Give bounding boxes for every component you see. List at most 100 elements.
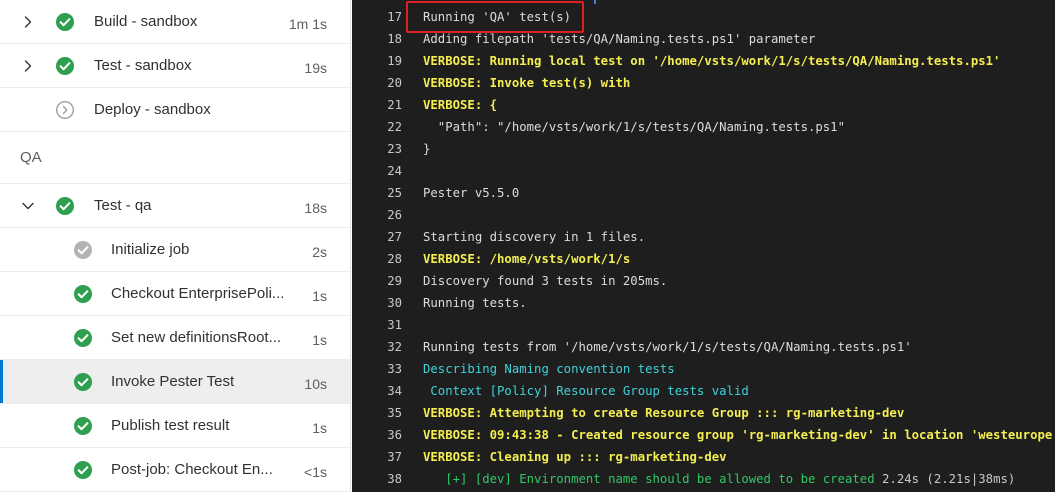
line-number: 34 [387,384,402,398]
success-check-icon [55,12,75,32]
log-line: 17 Running 'QA' test(s) [352,6,1055,28]
duration-label: 1s [312,420,327,436]
job-step-row[interactable]: Checkout EnterprisePoli... 1s [0,272,350,316]
job-step-row[interactable]: Invoke Pester Test 10s [0,360,350,404]
log-console[interactable]: 17 Running 'QA' test(s) 18 Adding filepath … [352,0,1055,492]
scroll-marker [594,0,596,4]
step-name: Invoke Pester Test [111,373,235,390]
log-line: 24 [352,160,1055,182]
log-text: Starting discovery in 1 files. [423,230,646,244]
log-line: 38 [+] [dev] Environment name should be … [352,468,1055,490]
line-number: 26 [387,208,402,222]
log-line: 19 VERBOSE: Running local test on '/home/… [352,50,1055,72]
line-number: 32 [387,340,402,354]
log-text: Running tests. [423,296,527,310]
line-number: 28 [387,252,402,266]
log-line: 20 VERBOSE: Invoke test(s) with [352,72,1055,94]
log-line: 36 VERBOSE: 09:43:38 - Created resource g… [352,424,1055,446]
job-step-row[interactable]: Publish test result 1s [0,404,350,448]
log-line: 35 VERBOSE: Attempting to create Resource… [352,402,1055,424]
line-number: 31 [387,318,402,332]
log-line: 18 Adding filepath 'tests/QA/Naming.tests… [352,28,1055,50]
job-step-row[interactable]: Set new definitionsRoot... 1s [0,316,350,360]
stage-group-label: QA [20,149,42,166]
log-line: 28 VERBOSE: /home/vsts/work/1/s [352,248,1055,270]
stage-name: Test - qa [94,197,152,214]
success-check-icon [73,284,93,304]
pipeline-steps-panel: Build - sandbox 1m 1s Test - sandbox 19s Dep… [0,0,351,492]
step-name: Set new definitionsRoot... [111,329,282,346]
skipped-check-icon [73,240,93,260]
log-text: Describing Naming convention tests [423,362,675,376]
line-number: 36 [387,428,402,442]
log-text: Adding filepath 'tests/QA/Naming.tests.p… [423,32,816,46]
log-line: 30 Running tests. [352,292,1055,314]
log-line: 32 Running tests from '/home/vsts/work/1/… [352,336,1055,358]
log-line: 31 [352,314,1055,336]
log-line: 23} [352,138,1055,160]
step-name: Checkout EnterprisePoli... [111,285,285,302]
line-number: 19 [387,54,402,68]
log-line: 25 Pester v5.5.0 [352,182,1055,204]
chevron-down-icon[interactable] [18,196,38,216]
step-name: Post-job: Checkout En... [111,461,273,478]
line-number: 37 [387,450,402,464]
line-number: 33 [387,362,402,376]
log-line: 22 "Path": "/home/vsts/work/1/s/tests/QA… [352,116,1055,138]
stage-row[interactable]: Build - sandbox 1m 1s [0,0,350,44]
chevron-right-icon[interactable] [18,56,38,76]
log-text: [+] [dev] Environment name should be all… [423,472,1016,486]
log-text: VERBOSE: Cleaning up ::: rg-marketing-de… [423,450,727,464]
line-number: 25 [387,186,402,200]
duration-label: 1s [312,332,327,348]
duration-label: 1s [312,288,327,304]
log-line: 26 [352,204,1055,226]
stage-row[interactable]: Deploy - sandbox [0,88,350,132]
log-line: 29 Discovery found 3 tests in 205ms. [352,270,1055,292]
log-text: Running tests from '/home/vsts/work/1/s/… [423,340,912,354]
log-text: Pester v5.5.0 [423,186,520,200]
job-step-row[interactable]: Post-job: Checkout En... <1s [0,448,350,492]
pending-circle-icon [55,100,75,120]
line-number: 18 [387,32,402,46]
line-number: 20 [387,76,402,90]
log-line: 21 VERBOSE: { [352,94,1055,116]
line-number: 30 [387,296,402,310]
success-check-icon [73,460,93,480]
line-number: 24 [387,164,402,178]
stage-name: Deploy - sandbox [94,101,211,118]
duration-label: 1m 1s [288,16,327,32]
stage-row[interactable]: Test - sandbox 19s [0,44,350,88]
success-check-icon [73,372,93,392]
log-text: VERBOSE: Running local test on '/home/vs… [423,54,1001,68]
log-text: Context [Policy] Resource Group tests va… [423,384,749,398]
line-number: 22 [387,120,402,134]
log-text: VERBOSE: Attempting to create Resource G… [423,406,905,420]
log-text: "Path": "/home/vsts/work/1/s/tests/QA/Na… [423,120,845,134]
job-step-row[interactable]: Initialize job 2s [0,228,350,272]
stage-name: Build - sandbox [94,13,198,30]
log-line: 37 VERBOSE: Cleaning up ::: rg-marketing-… [352,446,1055,468]
log-line: 34 Context [Policy] Resource Group tests… [352,380,1055,402]
line-number: 17 [387,10,402,24]
line-number: 38 [387,472,402,486]
log-text: Running 'QA' test(s) [423,10,572,24]
line-number: 27 [387,230,402,244]
duration-label: <1s [304,464,327,480]
chevron-right-icon[interactable] [18,12,38,32]
success-check-icon [73,328,93,348]
log-text: VERBOSE: Invoke test(s) with [423,76,631,90]
test-timing: 2.24s (2.21s|38ms) [874,472,1016,486]
duration-label: 2s [312,244,327,260]
line-number: 35 [387,406,402,420]
success-check-icon [73,416,93,436]
stage-row[interactable]: Test - qa 18s [0,184,350,228]
line-number: 29 [387,274,402,288]
log-text: VERBOSE: 09:43:38 - Created resource gro… [423,428,1055,442]
success-check-icon [55,196,75,216]
line-number: 23 [387,142,402,156]
stage-group-header: QA [0,132,350,184]
log-text: } [423,142,431,156]
duration-label: 18s [304,200,327,216]
stage-name: Test - sandbox [94,57,192,74]
